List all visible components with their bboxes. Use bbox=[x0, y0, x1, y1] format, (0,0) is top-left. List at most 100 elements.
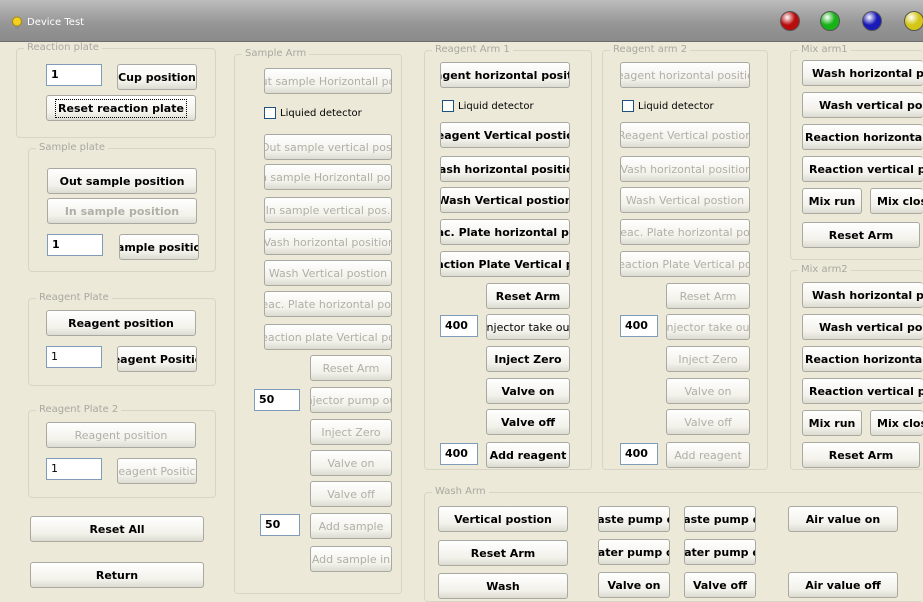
lightbulb-icon bbox=[12, 16, 22, 29]
ma2-mix-close-button[interactable]: Mix close bbox=[870, 410, 923, 436]
sample-in-horizontal-button[interactable]: n sample Horizontall pos bbox=[264, 164, 392, 190]
ra1-wash-horizontal-button[interactable]: Vash horizontal positior bbox=[440, 156, 570, 182]
blue-status-button[interactable] bbox=[862, 11, 882, 31]
sample-reac-horizontal-button[interactable]: eac. Plate horizontal po: bbox=[264, 291, 392, 317]
sample-inject-zero-button[interactable]: Inject Zero bbox=[310, 419, 392, 445]
yellow-status-button[interactable] bbox=[904, 11, 923, 31]
ma1-mix-run-button[interactable]: Mix run bbox=[802, 188, 862, 214]
reaction-plate-input[interactable]: 1 bbox=[46, 64, 102, 86]
ra2-valve-off-button[interactable]: Valve off bbox=[666, 409, 750, 435]
ra1-injector-input[interactable]: 400 bbox=[440, 315, 478, 337]
reagent-plate-input[interactable]: 1 bbox=[46, 346, 102, 368]
reagent-2-position-2-button[interactable]: eagent Positic bbox=[117, 458, 197, 484]
sample-reac-vertical-button[interactable]: eaction plate Vertical po bbox=[264, 324, 392, 350]
add-sample-button[interactable]: Add sample bbox=[310, 513, 392, 539]
ra1-injector-take-button[interactable]: njector take ou bbox=[486, 314, 570, 340]
reagent-plate-2-input[interactable]: 1 bbox=[46, 458, 102, 480]
ma2-reset-arm-button[interactable]: Reset Arm bbox=[802, 442, 920, 468]
ra2-liquid-detector-box[interactable] bbox=[622, 100, 634, 112]
reset-reaction-plate-button[interactable]: Reset reaction plate bbox=[46, 95, 196, 121]
ra2-reagent-horizontal-button[interactable]: eagent horizontal positic bbox=[620, 62, 750, 88]
ra2-liquid-detector-label: Liquid detector bbox=[638, 100, 714, 112]
ma1-wash-horizontal-button[interactable]: Wash horizontal pos. bbox=[802, 60, 923, 86]
ra1-valve-on-button[interactable]: Valve on bbox=[486, 378, 570, 404]
sample-liquid-detector-box[interactable] bbox=[264, 107, 276, 119]
ma2-wash-vertical-button[interactable]: Wash vertical pos. bbox=[802, 314, 923, 340]
reset-all-button[interactable]: Reset All bbox=[30, 516, 204, 542]
water-pump-off-button[interactable]: /ater pump o bbox=[684, 539, 756, 565]
wash-valve-on-button[interactable]: Valve on bbox=[598, 572, 670, 598]
ra1-reagent-vertical-button[interactable]: Reagent Vertical postion bbox=[440, 122, 570, 148]
ma1-reaction-horizontal-button[interactable]: Reaction horizontal po bbox=[802, 124, 923, 150]
ra2-wash-vertical-label: Wash Vertical postion bbox=[625, 193, 745, 207]
sample-injector-pump-button[interactable]: njector pump ou bbox=[310, 387, 392, 413]
reagent-2-position-button[interactable]: Reagent position bbox=[46, 422, 196, 448]
ra1-wash-vertical-label: Wash Vertical postion bbox=[440, 193, 570, 207]
ma1-reset-arm-button[interactable]: Reset Arm bbox=[802, 222, 920, 248]
sample-add-input[interactable]: 50 bbox=[260, 514, 300, 536]
wash-reset-arm-button[interactable]: Reset Arm bbox=[438, 540, 568, 566]
sample-injector-pump-label: njector pump ou bbox=[310, 393, 392, 407]
ra2-reset-arm-button[interactable]: Reset Arm bbox=[666, 283, 750, 309]
ma1-reaction-vertical-button[interactable]: Reaction vertical pos. bbox=[802, 156, 923, 182]
wash-vertical-position-button[interactable]: Vertical postion bbox=[438, 506, 568, 532]
red-status-button[interactable] bbox=[780, 11, 800, 31]
ra2-liquid-detector-checkbox[interactable]: Liquid detector bbox=[622, 99, 714, 113]
ma2-mix-run-button[interactable]: Mix run bbox=[802, 410, 862, 436]
sample-wash-vertical-button[interactable]: Wash Vertical postion bbox=[264, 260, 392, 286]
ma2-reaction-horizontal-button[interactable]: Reaction horizontal po bbox=[802, 346, 923, 372]
waste-pump-on-button[interactable]: 'aste pump o bbox=[598, 506, 670, 532]
sample-out-horizontal-button[interactable]: ut sample Horizontall po bbox=[264, 68, 392, 94]
return-button[interactable]: Return bbox=[30, 562, 204, 588]
sample-wash-horizontal-button[interactable]: Vash horizontal positior bbox=[264, 229, 392, 255]
ra2-reac-horizontal-button[interactable]: eac. Plate horizontal po bbox=[620, 219, 750, 245]
ra2-valve-on-button[interactable]: Valve on bbox=[666, 378, 750, 404]
reagent-position-button[interactable]: Reagent position bbox=[46, 310, 196, 336]
air-valve-off-button[interactable]: Air value off bbox=[788, 572, 898, 598]
water-pump-on-button[interactable]: 'ater pump o bbox=[598, 539, 670, 565]
sample-plate-input[interactable]: 1 bbox=[47, 234, 103, 256]
ra2-add-reagent-button[interactable]: Add reagent bbox=[666, 442, 750, 468]
ra1-wash-vertical-button[interactable]: Wash Vertical postion bbox=[440, 187, 570, 213]
ra2-injector-take-button[interactable]: njector take ou bbox=[666, 314, 750, 340]
wash-button[interactable]: Wash bbox=[438, 573, 568, 599]
ra1-reac-horizontal-button[interactable]: eac. Plate horizontal po: bbox=[440, 219, 570, 245]
cup-position-button[interactable]: Cup position bbox=[117, 64, 197, 90]
green-status-button[interactable] bbox=[820, 11, 840, 31]
sample-out-vertical-button[interactable]: Out sample vertical pos. bbox=[264, 134, 392, 160]
ra1-add-reagent-button[interactable]: Add reagent bbox=[486, 442, 570, 468]
ra2-wash-vertical-button[interactable]: Wash Vertical postion bbox=[620, 187, 750, 213]
sample-reset-arm-button[interactable]: Reset Arm bbox=[310, 355, 392, 381]
in-sample-position-button[interactable]: In sample position bbox=[47, 198, 197, 224]
ra2-reagent-vertical-button[interactable]: Reagent Vertical postion bbox=[620, 122, 750, 148]
ra1-valve-off-button[interactable]: Valve off bbox=[486, 409, 570, 435]
sample-valve-off-button[interactable]: Valve off bbox=[310, 481, 392, 507]
ra2-inject-zero-button[interactable]: Inject Zero bbox=[666, 346, 750, 372]
sample-injector-input[interactable]: 50 bbox=[254, 389, 300, 411]
reagent-position-2-button[interactable]: eagent Positic bbox=[117, 346, 197, 372]
sample-in-vertical-button[interactable]: In sample vertical pos. bbox=[264, 197, 392, 223]
ra1-reagent-input[interactable]: 400 bbox=[440, 443, 478, 465]
sample-position-button[interactable]: ample positio bbox=[119, 234, 199, 260]
ra1-reagent-horizontal-button[interactable]: eagent horizontal positic bbox=[440, 62, 570, 88]
ra1-liquid-detector-checkbox[interactable]: Liquid detector bbox=[442, 99, 534, 113]
ra1-liquid-detector-box[interactable] bbox=[442, 100, 454, 112]
ra1-inject-zero-button[interactable]: Inject Zero bbox=[486, 346, 570, 372]
ma1-mix-close-button[interactable]: Mix close bbox=[870, 188, 923, 214]
ma1-wash-vertical-button[interactable]: Wash vertical pos. bbox=[802, 92, 923, 118]
ra2-reac-vertical-button[interactable]: eaction Plate Vertical po bbox=[620, 251, 750, 277]
ra1-reac-vertical-button[interactable]: eaction Plate Vertical po bbox=[440, 251, 570, 277]
add-sample-in-button[interactable]: Add sample in bbox=[310, 546, 392, 572]
ra2-reagent-input[interactable]: 400 bbox=[620, 443, 658, 465]
ra1-reset-arm-button[interactable]: Reset Arm bbox=[486, 283, 570, 309]
ma2-reaction-vertical-button[interactable]: Reaction vertical pos. bbox=[802, 378, 923, 404]
ra2-wash-horizontal-button[interactable]: Vash horizontal positior bbox=[620, 156, 750, 182]
sample-valve-on-button[interactable]: Valve on bbox=[310, 450, 392, 476]
wash-valve-off-button[interactable]: Valve off bbox=[684, 572, 756, 598]
waste-pump-off-button[interactable]: 'aste pump o bbox=[684, 506, 756, 532]
air-valve-on-button[interactable]: Air value on bbox=[788, 506, 898, 532]
ma2-wash-horizontal-button[interactable]: Wash horizontal pos. bbox=[802, 282, 923, 308]
out-sample-position-button[interactable]: Out sample position bbox=[47, 168, 197, 194]
sample-liquid-detector-checkbox[interactable]: Liquied detector bbox=[264, 106, 362, 120]
ra2-injector-input[interactable]: 400 bbox=[620, 315, 658, 337]
